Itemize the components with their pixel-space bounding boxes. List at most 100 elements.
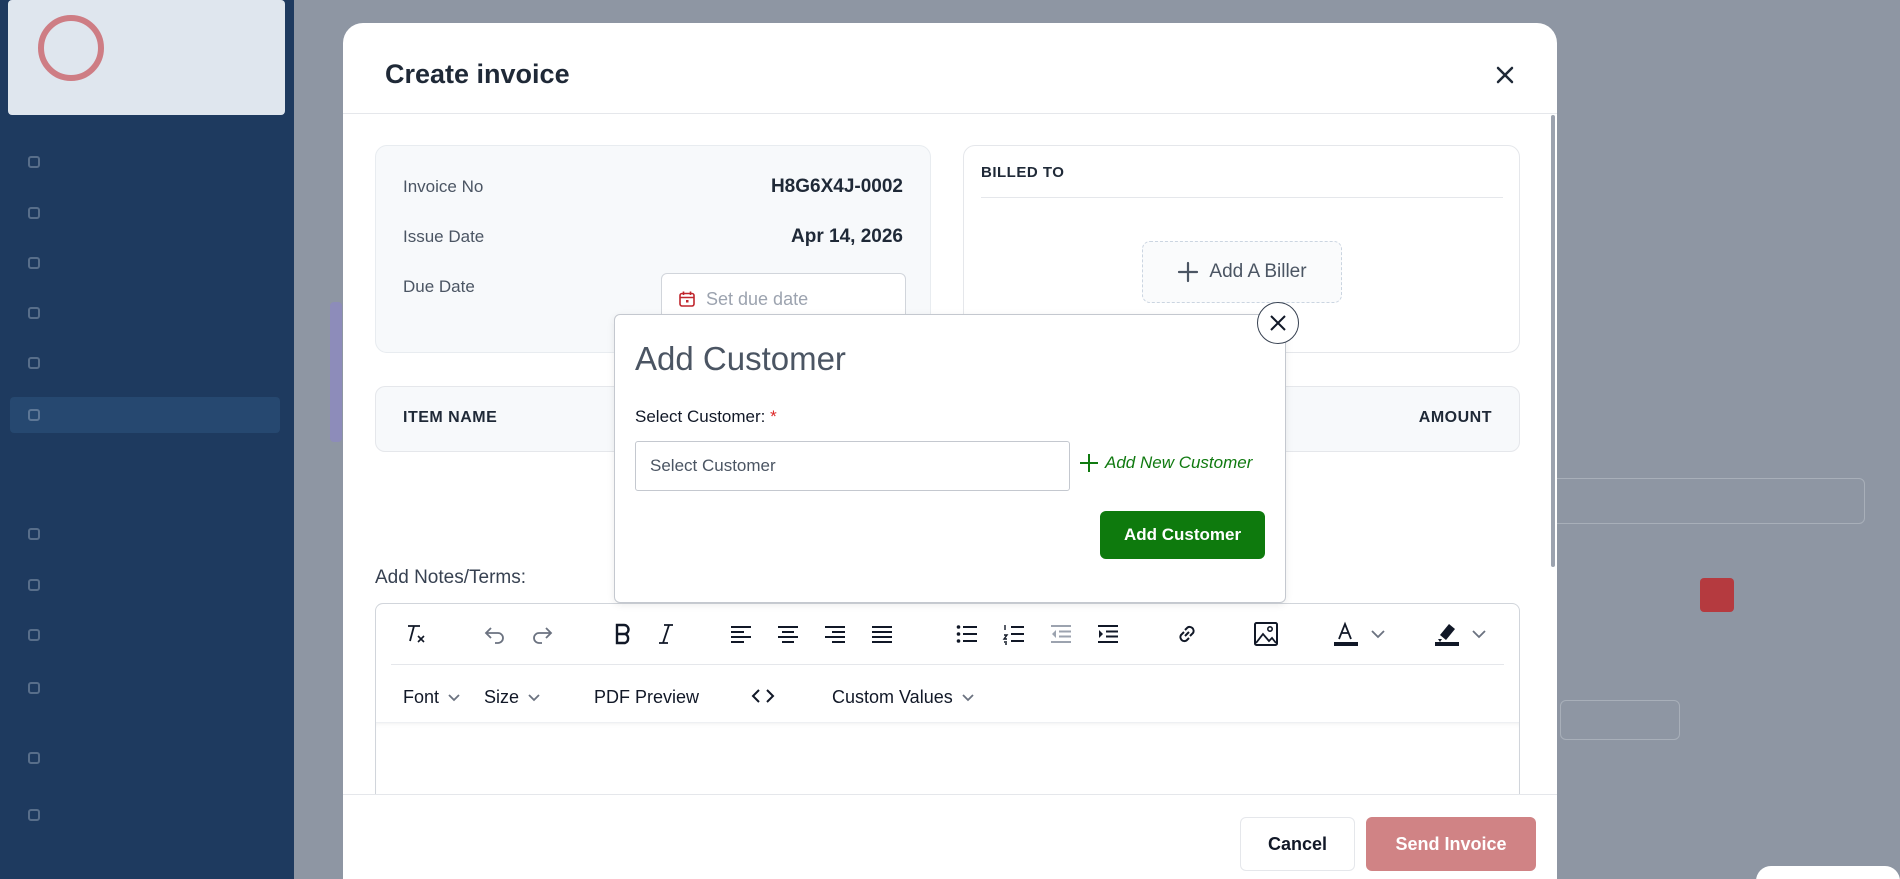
align-justify-button[interactable]: [867, 619, 897, 649]
amount-header: AMOUNT: [1418, 409, 1492, 426]
sidebar-item: [28, 203, 208, 223]
bold-icon: [615, 623, 630, 645]
highlight-button[interactable]: [1432, 619, 1488, 649]
add-customer-popup: Add Customer Select Customer: * Select C…: [614, 314, 1286, 603]
issue-date-value: Apr 14, 2026: [791, 226, 903, 247]
item-name-header: ITEM NAME: [403, 409, 498, 426]
bold-button[interactable]: [608, 619, 638, 649]
add-customer-button[interactable]: Add Customer: [1100, 511, 1265, 559]
background-pagination: [1700, 578, 1734, 612]
add-biller-label: Add A Biller: [1209, 261, 1307, 282]
pdf-preview-button[interactable]: PDF Preview: [594, 687, 699, 708]
numbered-list-icon: [1002, 625, 1024, 645]
background-pill: [1756, 866, 1900, 879]
undo-button[interactable]: [480, 619, 510, 649]
invoice-no-label: Invoice No: [403, 177, 484, 196]
indent-icon: [1098, 625, 1118, 643]
background-accent: [330, 302, 342, 442]
clear-format-button[interactable]: [400, 619, 430, 649]
plus-icon: [1080, 454, 1098, 472]
select-customer-placeholder: Select Customer: [650, 456, 776, 475]
popup-title: Add Customer: [635, 340, 846, 377]
due-date-label: Due Date: [403, 277, 475, 296]
indent-button[interactable]: [1093, 619, 1123, 649]
app-logo: [8, 0, 285, 115]
sidebar-item: [28, 152, 208, 172]
scrollbar[interactable]: [1551, 115, 1555, 567]
bullet-list-button[interactable]: [952, 619, 982, 649]
close-popup-button[interactable]: [1257, 302, 1299, 344]
modal-title: Create invoice: [385, 59, 570, 89]
add-new-customer-link[interactable]: Add New Customer: [1079, 453, 1252, 473]
issue-date-label: Issue Date: [403, 227, 485, 246]
code-view-button[interactable]: [751, 687, 775, 705]
size-dropdown[interactable]: Size: [484, 687, 541, 708]
background-filter: [1560, 700, 1680, 740]
redo-icon: [533, 627, 553, 644]
cancel-button[interactable]: Cancel: [1240, 817, 1355, 871]
clear-format-icon: [408, 625, 425, 643]
sidebar-item: [28, 405, 208, 425]
sidebar-item: [28, 253, 208, 273]
invoice-no-value: H8G6X4J-0002: [770, 176, 903, 197]
image-button[interactable]: [1251, 619, 1281, 649]
chevron-down-icon: [448, 693, 460, 701]
billed-to-title: BILLED TO: [981, 164, 1065, 181]
bullet-list-icon: [956, 625, 977, 643]
align-left-button[interactable]: [726, 619, 756, 649]
close-icon: [1270, 315, 1286, 331]
outdent-icon: [1051, 625, 1071, 643]
divider: [981, 197, 1503, 198]
notes-label: Add Notes/Terms:: [375, 567, 526, 588]
app-sidebar-background: [0, 0, 294, 879]
pdf-preview-label: PDF Preview: [594, 687, 700, 707]
select-customer-input[interactable]: Select Customer: [635, 441, 1070, 491]
text-color-button[interactable]: [1331, 619, 1387, 649]
align-right-icon: [825, 626, 845, 643]
add-new-customer-label: Add New Customer: [1105, 453, 1253, 472]
size-dropdown-label: Size: [484, 687, 520, 707]
outdent-button[interactable]: [1046, 619, 1076, 649]
sidebar-item: [28, 748, 208, 768]
chevron-down-icon: [1371, 630, 1385, 639]
sidebar-item: [28, 575, 208, 595]
chevron-down-icon: [1472, 630, 1486, 639]
close-modal-button[interactable]: [1491, 61, 1519, 89]
chevron-down-icon: [962, 693, 974, 701]
redo-button[interactable]: [527, 619, 557, 649]
numbered-list-button[interactable]: [999, 619, 1029, 649]
toolbar-divider: [391, 664, 1504, 665]
calendar-icon: [679, 291, 695, 307]
sidebar-item: [28, 678, 208, 698]
align-center-button[interactable]: [773, 619, 803, 649]
sidebar-item: [28, 625, 208, 645]
font-dropdown[interactable]: Font: [403, 687, 461, 708]
send-invoice-button[interactable]: Send Invoice: [1366, 817, 1536, 871]
modal-header: Create invoice: [343, 23, 1557, 114]
align-left-icon: [731, 626, 751, 643]
link-button[interactable]: [1172, 619, 1202, 649]
custom-values-label: Custom Values: [832, 687, 953, 707]
due-date-placeholder: Set due date: [706, 288, 809, 309]
add-biller-button[interactable]: Add A Biller: [1142, 241, 1342, 303]
custom-values-dropdown[interactable]: Custom Values: [832, 687, 975, 708]
code-icon: [751, 689, 775, 703]
italic-icon: [659, 624, 673, 644]
chevron-down-icon: [528, 693, 540, 701]
highlight-icon: [1435, 624, 1459, 646]
sidebar-item: [28, 805, 208, 825]
undo-icon: [484, 627, 504, 644]
select-customer-label: Select Customer: *: [635, 407, 777, 427]
text-color-icon: [1334, 621, 1358, 646]
image-icon: [1254, 622, 1278, 646]
align-right-button[interactable]: [820, 619, 850, 649]
link-icon: [1179, 625, 1195, 643]
sidebar-item: [28, 303, 208, 323]
sidebar-item: [28, 353, 208, 373]
align-justify-icon: [872, 626, 892, 643]
plus-icon: [1178, 261, 1199, 283]
select-customer-label-text: Select Customer:: [635, 407, 766, 426]
required-mark: *: [770, 407, 777, 426]
italic-button[interactable]: [651, 619, 681, 649]
align-center-icon: [778, 626, 798, 643]
